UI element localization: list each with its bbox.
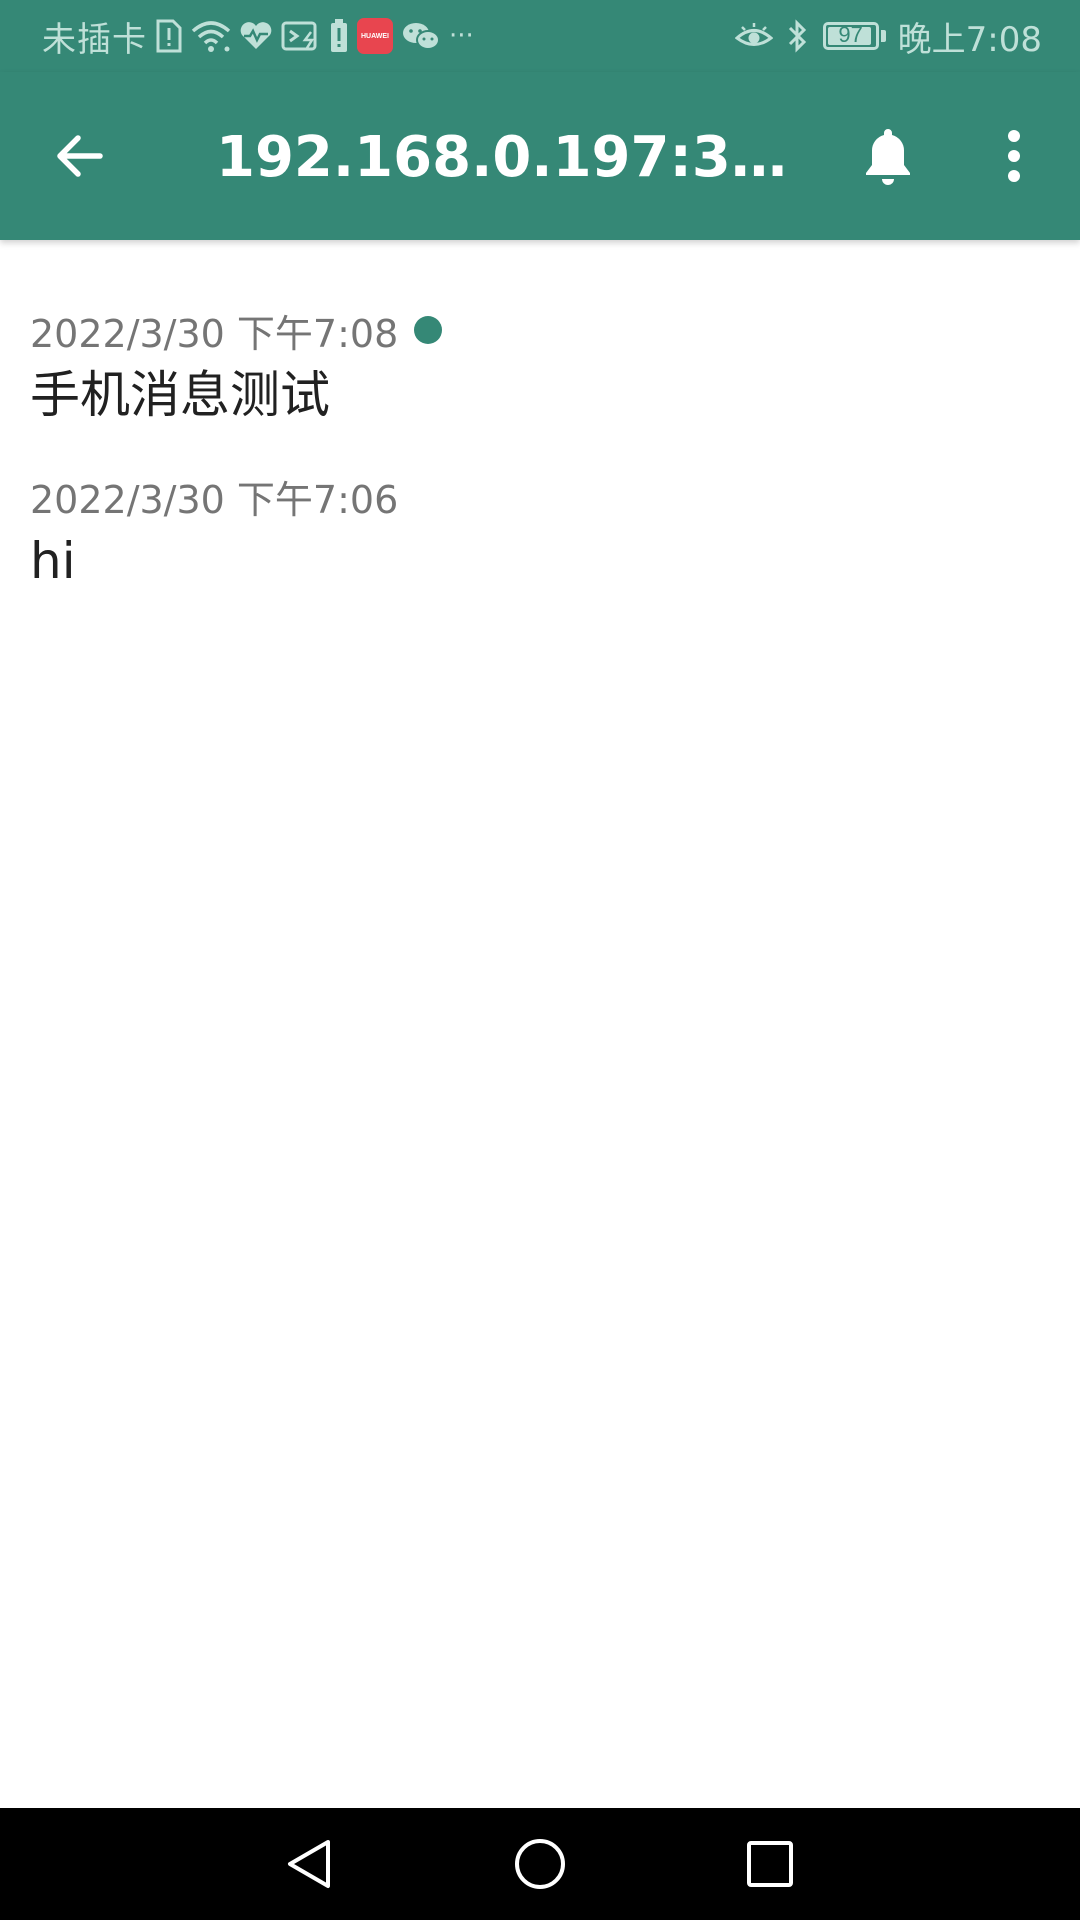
sim-missing-icon [155,18,183,54]
health-icon [239,21,273,51]
bluetooth-icon [785,18,811,54]
page-title: 192.168.0.197:368… [216,125,788,190]
unread-dot-icon [414,316,443,344]
nav-recents-button[interactable] [738,1832,802,1896]
screen: 未插卡 HUAWEI ··· 97 晚上7:08 192.168.0.197:3… [0,0,1080,1920]
battery-icon: 97 [822,22,879,50]
arrow-left-icon [57,135,103,177]
more-notifications-indicator: ··· [449,21,474,51]
notification-settings-button[interactable] [848,116,928,196]
app-bar: 192.168.0.197:368… [0,72,1080,240]
list-item[interactable]: 2022/3/30 下午7:06 hi [0,466,1080,596]
nav-recents-icon [747,1841,793,1887]
nav-back-icon [288,1840,330,1888]
status-bar-right: 97 晚上7:08 [723,12,1042,60]
screencast-icon [281,20,321,52]
nav-home-button[interactable] [508,1832,572,1896]
message-text: hi [30,532,76,590]
message-time: 2022/3/30 下午7:08 [30,311,399,356]
navigation-bar [0,1808,1080,1920]
more-vertical-icon [1008,130,1020,182]
status-bar: 未插卡 HUAWEI ··· 97 晚上7:08 [0,0,1080,72]
wechat-icon [401,20,441,52]
status-time: 晚上7:08 [897,19,1042,60]
bell-icon [866,129,910,185]
status-bar-left: 未插卡 HUAWEI ··· [42,12,482,60]
back-button[interactable] [40,116,120,196]
message-time-row: 2022/3/30 下午7:08 [30,300,1080,360]
message-text: 手机消息测试 [30,366,330,424]
list-item[interactable]: 2022/3/30 下午7:08 手机消息测试 [0,300,1080,430]
battery-nub [880,30,886,42]
battery-level-text: 97 [838,22,863,47]
message-time-row: 2022/3/30 下午7:06 [30,466,1080,526]
battery-saver-icon [329,18,349,54]
wifi-icon [191,19,231,53]
nav-home-icon [515,1839,565,1889]
message-list: 2022/3/30 下午7:08 手机消息测试 2022/3/30 下午7:06… [0,240,1080,596]
huawei-appgallery-icon: HUAWEI [357,18,393,54]
app-badge-text: HUAWEI [361,32,389,40]
eye-comfort-icon [734,21,773,51]
more-options-button[interactable] [974,116,1054,196]
nav-back-button[interactable] [276,1832,340,1896]
carrier-label: 未插卡 [42,19,147,60]
message-time: 2022/3/30 下午7:06 [30,477,399,522]
